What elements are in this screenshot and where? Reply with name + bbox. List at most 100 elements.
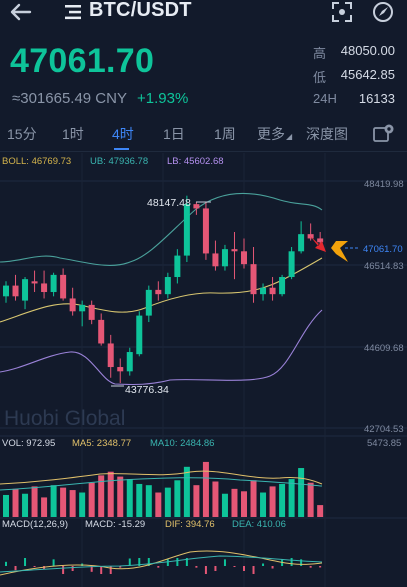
macd-bar [62, 566, 65, 574]
y-axis-label-current: 47061.70 [363, 244, 403, 255]
candle [60, 268, 67, 301]
candle-body [107, 343, 114, 368]
y-axis-label-2: 46514.83 [364, 261, 404, 272]
candle-body [221, 249, 228, 267]
macd-bar [223, 559, 226, 566]
volume-bar [79, 492, 86, 517]
candle [269, 277, 276, 301]
volume-bar [317, 505, 324, 517]
candle-body [269, 287, 276, 295]
candle-body [126, 352, 133, 372]
yellow-arrow-annotation [331, 241, 348, 262]
volume-bar [183, 466, 190, 517]
macd-bar [290, 558, 293, 566]
macd-value: MACD: -15.29 [85, 519, 145, 530]
candle-body [3, 285, 9, 297]
candle-body [212, 253, 219, 267]
dea-value: DEA: 410.06 [232, 519, 286, 530]
macd-bar [33, 566, 36, 567]
candle [50, 272, 57, 297]
high-marker-label: 48147.48 [147, 197, 191, 209]
macd-bar [204, 566, 207, 574]
volume-bar [221, 493, 228, 517]
ub-indicator: UB: 47936.78 [90, 156, 148, 167]
volume-bar [279, 483, 286, 517]
candle-body [117, 367, 124, 372]
macd-bar [14, 566, 17, 571]
candlestick-chart[interactable]: Huobi Global 48147.48 43776.34 BOLL: 467… [0, 0, 407, 587]
candle [22, 277, 29, 310]
candle [193, 202, 200, 215]
candle-body [88, 304, 95, 320]
dif-value: DIF: 394.76 [165, 519, 215, 530]
candle-body [288, 251, 295, 278]
volume-bar [193, 485, 200, 517]
candle-body [155, 289, 162, 295]
candle-body [22, 279, 29, 301]
candle [31, 270, 38, 293]
volume-bar [50, 485, 57, 517]
candle-body [193, 204, 200, 209]
candle [231, 232, 238, 280]
candle [250, 247, 257, 303]
candle [288, 247, 295, 280]
macd-bar [24, 558, 27, 566]
volume-bar [174, 480, 181, 517]
macd-bar [309, 566, 312, 568]
volume-bar [164, 487, 171, 517]
candle [107, 334, 114, 378]
candle [307, 223, 314, 241]
macd-bar [176, 558, 179, 566]
candle [279, 274, 286, 297]
macd-bar [109, 566, 112, 574]
volume-axis-label: 5473.85 [367, 438, 401, 449]
candle-body [31, 281, 38, 284]
candle-body [12, 285, 19, 297]
macd-bar [252, 566, 255, 574]
volume-bar [12, 488, 19, 517]
candle-body [307, 234, 314, 239]
candle [126, 347, 133, 376]
volume-bar [241, 491, 247, 517]
volume-bar [117, 476, 124, 517]
macd-bar [5, 561, 7, 566]
candle-body [260, 287, 267, 295]
candle-body [145, 289, 152, 316]
volume-bar [212, 481, 219, 517]
macd-bar [71, 566, 74, 571]
candle [202, 202, 209, 260]
volume-bar [88, 482, 95, 517]
macd-bar [233, 566, 236, 567]
candle-body [60, 274, 67, 299]
macd-bar [214, 566, 217, 571]
volume-bar [202, 461, 209, 517]
candle [117, 358, 124, 384]
volume-bar [31, 486, 38, 517]
watermark-logo: Huobi Global [4, 407, 125, 430]
candle [241, 238, 247, 269]
red-arrow-annotation [310, 236, 326, 252]
macd-params: MACD(12,26,9) [2, 519, 68, 530]
y-axis-label-bottom: 42704.53 [364, 424, 404, 435]
vol-indicator: VOL: 972.95 [2, 438, 55, 449]
volume-bar [298, 468, 305, 517]
y-axis-label-3: 44609.68 [364, 343, 404, 354]
macd-bar [271, 566, 274, 569]
macd-bar [262, 563, 265, 566]
candle [3, 281, 9, 303]
volume-bar [307, 482, 314, 517]
macd-bar [100, 566, 103, 574]
candle [164, 272, 171, 299]
candle [298, 221, 305, 254]
candle [145, 285, 152, 323]
candle-body [79, 304, 86, 312]
lb-indicator: LB: 45602.68 [167, 156, 224, 167]
candle [174, 249, 181, 284]
macd-bar [319, 566, 322, 568]
candle [212, 240, 219, 271]
candle [88, 300, 95, 325]
volume-bar [60, 487, 67, 517]
candle [41, 270, 48, 299]
candle-body [41, 283, 48, 293]
candle-body [50, 274, 57, 293]
